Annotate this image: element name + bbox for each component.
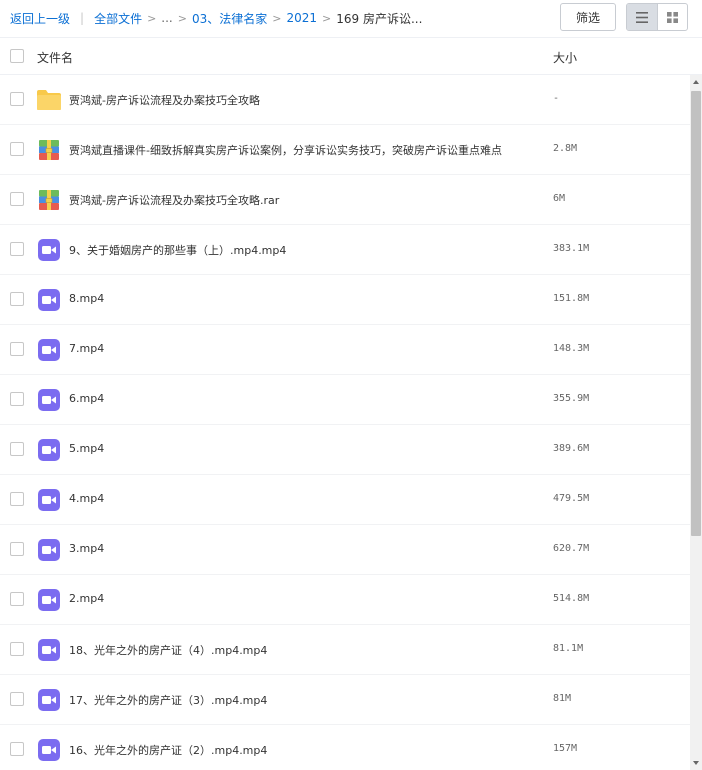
file-row[interactable]: 4.mp4 479.5M [0, 475, 690, 525]
file-row[interactable]: 6.mp4 355.9M [0, 375, 690, 425]
chevron-right-icon: > [177, 11, 187, 25]
row-checkbox[interactable] [10, 342, 24, 356]
archive-icon [39, 140, 59, 160]
video-icon [38, 539, 60, 561]
file-list: 贾鸿斌-房产诉讼流程及办案技巧全攻略 - 贾鸿斌直播课件-细致拆解真实房产诉讼案例，… [0, 75, 690, 770]
file-row[interactable]: 7.mp4 148.3M [0, 325, 690, 375]
row-checkbox[interactable] [10, 292, 24, 306]
column-size-header[interactable]: 大小 [553, 49, 577, 66]
file-row[interactable]: 2.mp4 514.8M [0, 575, 690, 625]
file-row[interactable]: 贾鸿斌-房产诉讼流程及办案技巧全攻略.rar 6M [0, 175, 690, 225]
file-size: - [553, 93, 560, 104]
filter-button[interactable]: 筛选 [560, 3, 616, 31]
file-name[interactable]: 4.mp4 [69, 492, 537, 505]
breadcrumb-ellipsis[interactable]: ... [161, 11, 172, 25]
breadcrumb: 返回上一级 | 全部文件 > ... > 03、法律名家 > 2021 > 16… [10, 10, 422, 26]
file-size: 479.5M [553, 493, 590, 504]
scrollbar-thumb[interactable] [691, 91, 701, 536]
file-size: 514.8M [553, 593, 590, 604]
video-icon [38, 389, 60, 411]
video-icon [38, 689, 60, 711]
file-row[interactable]: 5.mp4 389.6M [0, 425, 690, 475]
row-checkbox[interactable] [10, 442, 24, 456]
video-icon [38, 339, 60, 361]
file-name[interactable]: 8.mp4 [69, 292, 537, 305]
row-checkbox[interactable] [10, 92, 24, 106]
file-name[interactable]: 18、光年之外的房产证（4）.mp4.mp4 [69, 642, 537, 658]
file-name[interactable]: 9、关于婚姻房产的那些事（上）.mp4.mp4 [69, 242, 537, 258]
file-row[interactable]: 9、关于婚姻房产的那些事（上）.mp4.mp4 383.1M [0, 225, 690, 275]
row-checkbox[interactable] [10, 192, 24, 206]
file-name[interactable]: 5.mp4 [69, 442, 537, 455]
file-size: 2.8M [553, 143, 578, 154]
file-size: 6M [553, 193, 566, 204]
back-link[interactable]: 返回上一级 [10, 10, 70, 27]
row-checkbox[interactable] [10, 542, 24, 556]
file-row[interactable]: 贾鸿斌-房产诉讼流程及办案技巧全攻略 - [0, 75, 690, 125]
video-icon [38, 639, 60, 661]
grid-view-button[interactable] [656, 4, 687, 30]
file-name[interactable]: 7.mp4 [69, 342, 537, 355]
file-row[interactable]: 8.mp4 151.8M [0, 275, 690, 325]
breadcrumb-item[interactable]: 03、法律名家 [192, 10, 267, 27]
file-row[interactable]: 18、光年之外的房产证（4）.mp4.mp4 81.1M [0, 625, 690, 675]
file-name[interactable]: 贾鸿斌-房产诉讼流程及办案技巧全攻略.rar [69, 192, 537, 208]
file-row[interactable]: 17、光年之外的房产证（3）.mp4.mp4 81M [0, 675, 690, 725]
file-row[interactable]: 贾鸿斌直播课件-细致拆解真实房产诉讼案例，分享诉讼实务技巧，突破房产诉讼重点难点… [0, 125, 690, 175]
select-all-checkbox[interactable] [10, 49, 24, 63]
file-size: 383.1M [553, 243, 590, 254]
row-checkbox[interactable] [10, 692, 24, 706]
file-name[interactable]: 6.mp4 [69, 392, 537, 405]
file-row[interactable]: 3.mp4 620.7M [0, 525, 690, 575]
file-size: 620.7M [553, 543, 590, 554]
row-checkbox[interactable] [10, 592, 24, 606]
row-checkbox[interactable] [10, 492, 24, 506]
file-name[interactable]: 3.mp4 [69, 542, 537, 555]
video-icon [38, 589, 60, 611]
grid-view-icon [666, 11, 678, 23]
file-size: 148.3M [553, 343, 590, 354]
row-checkbox[interactable] [10, 142, 24, 156]
column-header: 文件名 大小 [0, 37, 702, 75]
folder-icon [37, 90, 61, 110]
column-name-header[interactable]: 文件名 [37, 49, 73, 66]
breadcrumb-item[interactable]: 2021 [286, 11, 317, 25]
file-name[interactable]: 16、光年之外的房产证（2）.mp4.mp4 [69, 742, 537, 758]
file-size: 81M [553, 693, 572, 704]
list-view-button[interactable] [627, 4, 657, 30]
row-checkbox[interactable] [10, 242, 24, 256]
chevron-right-icon: > [147, 11, 157, 25]
file-size: 81.1M [553, 643, 584, 654]
chevron-right-icon: > [272, 11, 282, 25]
scroll-down-arrow-icon[interactable] [690, 758, 702, 768]
row-checkbox[interactable] [10, 642, 24, 656]
breadcrumb-divider: | [80, 11, 85, 25]
video-icon [38, 739, 60, 761]
scrollbar[interactable] [690, 75, 702, 770]
file-size: 389.6M [553, 443, 590, 454]
file-name[interactable]: 贾鸿斌直播课件-细致拆解真实房产诉讼案例，分享诉讼实务技巧，突破房产诉讼重点难点 [69, 142, 537, 158]
video-icon [38, 489, 60, 511]
top-bar: 返回上一级 | 全部文件 > ... > 03、法律名家 > 2021 > 16… [0, 0, 702, 36]
row-checkbox[interactable] [10, 392, 24, 406]
list-view-icon [635, 11, 648, 23]
chevron-right-icon: > [322, 11, 332, 25]
file-name[interactable]: 17、光年之外的房产证（3）.mp4.mp4 [69, 692, 537, 708]
view-toggle [626, 3, 688, 31]
file-name[interactable]: 贾鸿斌-房产诉讼流程及办案技巧全攻略 [69, 92, 537, 108]
file-name[interactable]: 2.mp4 [69, 592, 537, 605]
breadcrumb-all-files[interactable]: 全部文件 [94, 10, 142, 27]
scroll-up-arrow-icon[interactable] [690, 77, 702, 87]
archive-icon [39, 190, 59, 210]
file-size: 157M [553, 743, 578, 754]
video-icon [38, 289, 60, 311]
file-size: 151.8M [553, 293, 590, 304]
file-row[interactable]: 16、光年之外的房产证（2）.mp4.mp4 157M [0, 725, 690, 770]
file-size: 355.9M [553, 393, 590, 404]
row-checkbox[interactable] [10, 742, 24, 756]
video-icon [38, 439, 60, 461]
video-icon [38, 239, 60, 261]
breadcrumb-current: 169 房产诉讼... [336, 11, 423, 26]
